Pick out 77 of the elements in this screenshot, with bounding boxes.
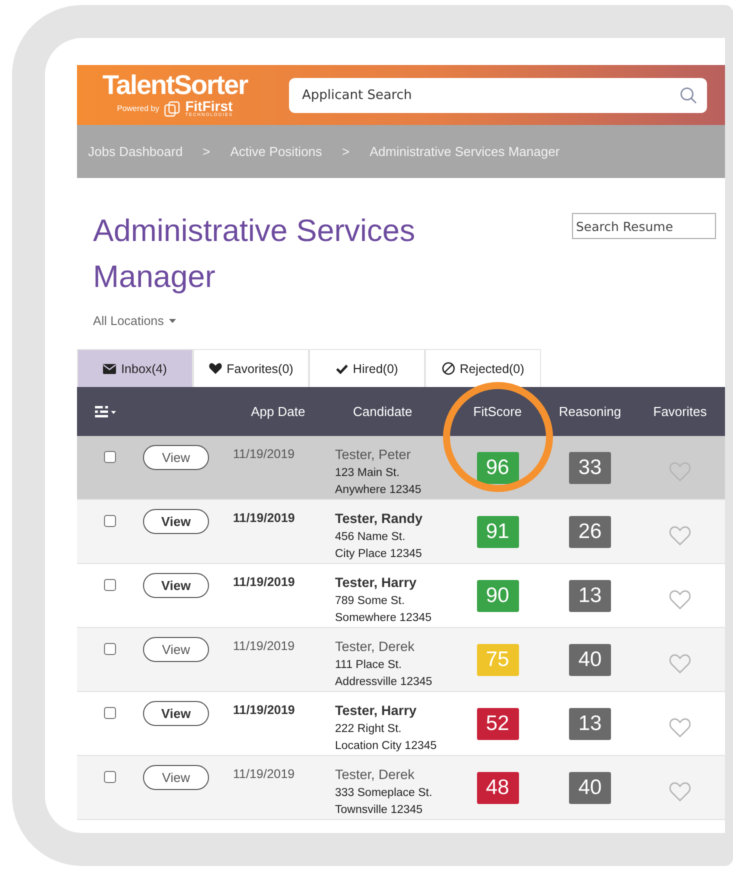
row-checkbox[interactable] (104, 451, 116, 463)
fitscore-badge: 75 (476, 644, 518, 676)
row-checkbox[interactable] (104, 515, 116, 527)
tab[interactable]: Favorites(0) (193, 349, 309, 387)
squares-logo-icon (164, 100, 180, 116)
check-icon (336, 364, 348, 374)
column-settings-icon[interactable] (95, 406, 117, 418)
table-row[interactable]: View 11/19/2019 Tester, Derek 333 Someplace St. Townsville 12345 48 40 (77, 756, 725, 820)
fitscore-badge: 52 (476, 708, 518, 740)
reasoning-badge[interactable]: 40 (569, 644, 611, 676)
row-checkbox[interactable] (104, 643, 116, 655)
column-header: App Date (250, 404, 306, 419)
candidate-name[interactable]: Tester, Derek (335, 639, 450, 654)
reasoning-badge[interactable]: 26 (569, 516, 611, 548)
app-date: 11/19/2019 (233, 639, 295, 653)
search-icon[interactable] (680, 86, 697, 104)
table-row[interactable]: View 11/19/2019 Tester, Randy 456 Name St. City Place 12345 91 26 (77, 500, 725, 564)
candidate-address: 789 Some St. (335, 595, 406, 607)
view-button[interactable]: View (143, 765, 209, 790)
ban-icon (442, 362, 455, 375)
candidate-name[interactable]: Tester, Randy (335, 511, 450, 526)
app-date: 11/19/2019 (233, 767, 295, 781)
app-date: 11/19/2019 (233, 575, 295, 589)
table-row[interactable]: View 11/19/2019 Tester, Derek 111 Place St. Addressville 12345 75 40 (77, 628, 725, 692)
fitscore-badge: 48 (476, 772, 518, 804)
column-header: Favorites (652, 404, 708, 419)
candidate-name[interactable]: Tester, Peter (335, 447, 450, 462)
powered-by-text: Powered by (116, 104, 160, 113)
row-checkbox[interactable] (104, 707, 116, 719)
breadcrumb-separator: > (202, 144, 210, 159)
caret-icon (168, 319, 176, 323)
reasoning-badge[interactable]: 40 (569, 772, 611, 804)
candidate-name[interactable]: Tester, Harry (335, 575, 450, 590)
fitscore-badge: 96 (476, 452, 518, 484)
reasoning-badge[interactable]: 13 (569, 708, 611, 740)
candidate-city: Addressville 12345 (335, 676, 434, 688)
search-resume-field[interactable]: Search Resume (572, 213, 716, 239)
candidate-name[interactable]: Tester, Derek (335, 767, 450, 782)
breadcrumb-separator: > (342, 144, 350, 159)
heart-icon (208, 363, 222, 374)
candidate-name[interactable]: Tester, Harry (335, 703, 450, 718)
page-title: Administrative Services Manager (93, 212, 416, 296)
candidate-address: 123 Main St. (335, 467, 401, 479)
reasoning-badge[interactable]: 13 (569, 580, 611, 612)
candidate-address: 111 Place St. (335, 659, 403, 671)
table-row[interactable]: View 11/19/2019 Tester, Peter 123 Main St. Anywhere 12345 96 33 (77, 436, 725, 500)
candidate-city: City Place 12345 (335, 548, 423, 560)
partner-logo: FitFirst (185, 99, 233, 114)
view-button[interactable]: View (143, 701, 209, 726)
candidate-city: Anywhere 12345 (335, 484, 422, 496)
row-checkbox[interactable] (104, 771, 116, 783)
tab[interactable]: Inbox(4) (77, 349, 193, 387)
column-header: Reasoning (558, 404, 622, 419)
column-header: Candidate (352, 404, 414, 419)
candidate-city: Location City 12345 (335, 740, 438, 752)
tab[interactable]: Hired(0) (309, 349, 425, 387)
fitscore-badge: 90 (476, 580, 518, 612)
view-button[interactable]: View (143, 509, 209, 534)
candidate-address: 333 Someplace St. (335, 787, 434, 799)
tab[interactable]: Rejected(0) (425, 349, 541, 387)
view-button[interactable]: View (143, 573, 209, 598)
app-date: 11/19/2019 (233, 447, 295, 461)
envelope-icon (103, 364, 116, 374)
candidate-address: 222 Right St. (335, 723, 402, 735)
app-date: 11/19/2019 (233, 511, 295, 525)
column-header: FitScore (472, 404, 523, 419)
location-dropdown[interactable]: All Locations (93, 314, 176, 328)
candidate-address: 456 Name St. (335, 531, 406, 543)
candidate-city: Townsville 12345 (335, 804, 424, 816)
view-button[interactable]: View (143, 445, 209, 470)
view-button[interactable]: View (143, 637, 209, 662)
applicant-search-field[interactable]: Applicant Search (289, 78, 707, 112)
fitscore-badge: 91 (476, 516, 518, 548)
candidate-city: Somewhere 12345 (335, 612, 433, 624)
reasoning-badge[interactable]: 33 (569, 452, 611, 484)
row-checkbox[interactable] (104, 579, 116, 591)
app-date: 11/19/2019 (233, 703, 295, 717)
